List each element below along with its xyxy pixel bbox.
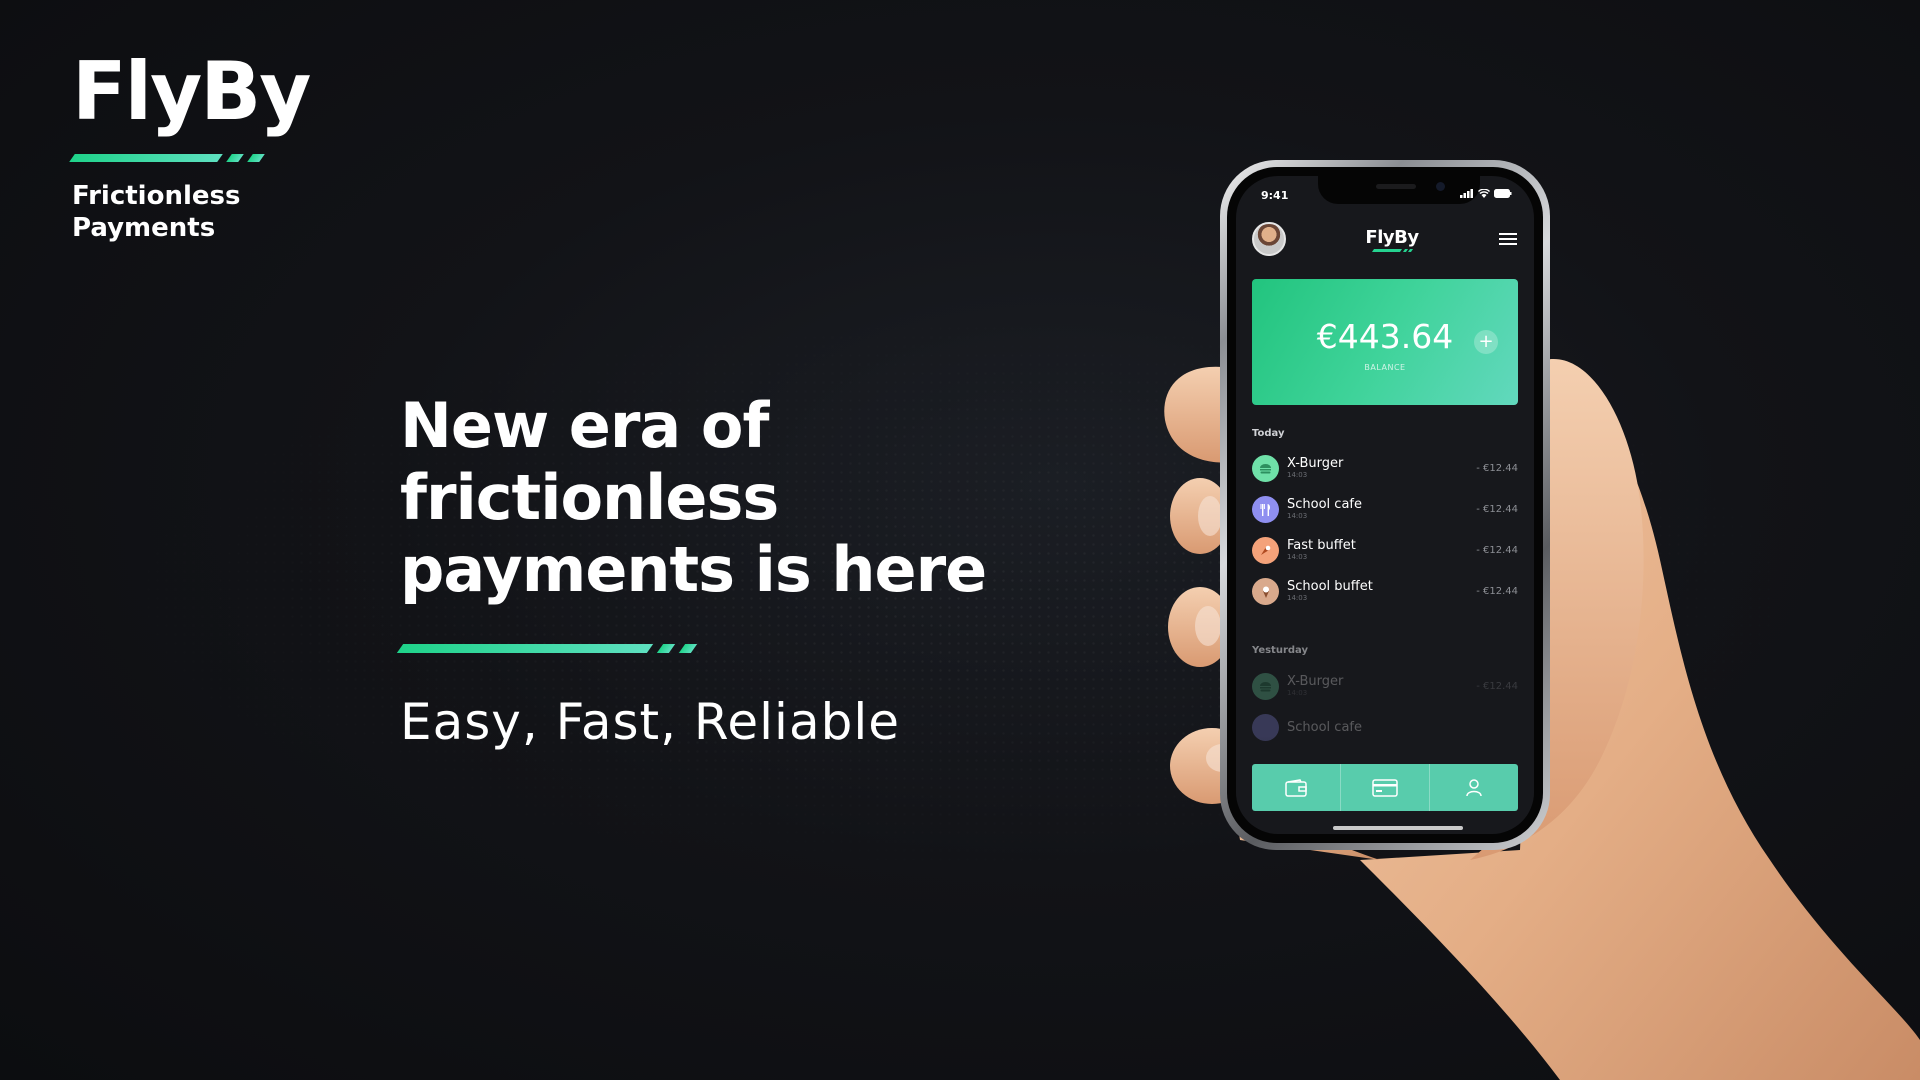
food-icon [1252,537,1279,564]
add-funds-button[interactable]: + [1474,330,1498,354]
balance-card[interactable]: €443.64 BALANCE + [1252,279,1518,405]
cutlery-icon [1252,496,1279,523]
phone-mockup: 9:41 FlyBy €443.64 BALANCE + Today X-Bur… [1220,160,1550,850]
transaction-name: Fast buffet [1287,538,1356,553]
transaction-name: School cafe [1287,719,1362,735]
app-title-stripe [1365,248,1418,252]
wifi-icon [1478,189,1490,198]
hand-illustration [1164,359,1920,1080]
signal-icon [1460,189,1473,198]
balance-label: BALANCE [1364,363,1406,372]
section-label-yesterday: Yesturday [1252,645,1309,656]
status-icons [1460,189,1512,198]
transaction-amount: - €12.44 [1476,586,1518,597]
transaction-time: 14:03 [1287,471,1308,479]
burger-icon [1252,673,1279,700]
transaction-amount: - €12.44 [1476,504,1518,515]
today-transactions: X-Burger 14:03 - €12.44 School cafe 14:0… [1252,448,1518,612]
transaction-name: X-Burger [1287,674,1344,689]
home-indicator [1333,826,1463,830]
status-time: 9:41 [1261,189,1289,202]
transaction-amount: - €12.44 [1476,681,1518,692]
transaction-name: School cafe [1287,497,1362,512]
transaction-row[interactable]: X-Burger 14:03 - €12.44 [1252,448,1518,489]
transaction-time: 14:03 [1287,512,1308,520]
transaction-name: X-Burger [1287,456,1344,471]
tab-wallet[interactable] [1252,764,1341,811]
transaction-time: 14:03 [1287,594,1308,602]
transaction-time: 14:03 [1287,553,1308,561]
app-header: FlyBy [1252,220,1518,258]
app-title-text: FlyBy [1365,226,1419,248]
phone-notch [1318,176,1480,204]
profile-icon [1466,778,1482,796]
burger-icon [1252,455,1279,482]
transaction-name: School buffet [1287,579,1373,594]
transaction-row[interactable]: Fast buffet 14:03 - €12.44 [1252,530,1518,571]
transaction-row[interactable]: School buffet 14:03 - €12.44 [1252,571,1518,612]
transaction-amount: - €12.44 [1476,545,1518,556]
battery-icon [1494,189,1512,198]
card-icon [1372,778,1398,797]
phone-screen: 9:41 FlyBy €443.64 BALANCE + Today X-Bur… [1236,176,1534,834]
transaction-row[interactable]: School cafe 14:03 - €12.44 [1252,489,1518,530]
transaction-row[interactable]: X-Burger 14:03 - €12.44 [1252,666,1518,707]
transaction-amount: - €12.44 [1476,463,1518,474]
app-title: FlyBy [1365,226,1419,252]
tab-card[interactable] [1341,764,1430,811]
wallet-icon [1285,778,1307,797]
ice-cream-icon [1252,578,1279,605]
transaction-time: 14:03 [1287,689,1308,697]
menu-icon[interactable] [1498,231,1518,247]
avatar[interactable] [1252,222,1286,256]
section-label-today: Today [1252,428,1285,439]
tab-profile[interactable] [1430,764,1518,811]
bottom-tab-bar [1252,764,1518,811]
